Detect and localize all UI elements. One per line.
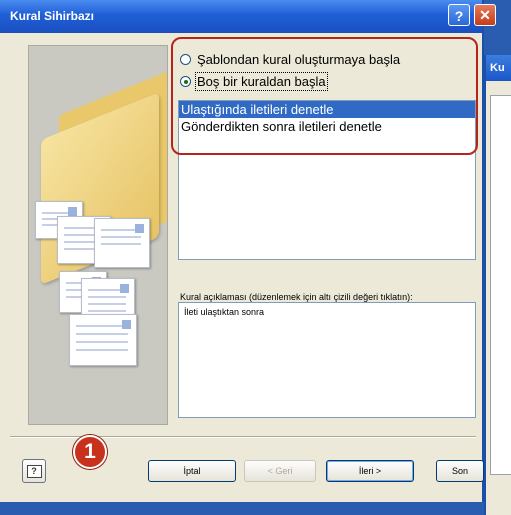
wizard-illustration — [28, 45, 168, 425]
callout-number-badge: 1 — [73, 435, 107, 469]
rule-description-label: Kural açıklaması (düzenlemek için altı ç… — [180, 292, 413, 302]
radio-checked-icon[interactable] — [180, 76, 191, 87]
message-card-icon — [94, 218, 150, 268]
message-card-icon — [69, 314, 137, 366]
blank-rule-radio-label: Boş bir kuraldan başla — [195, 72, 328, 91]
help-icon: ? — [26, 464, 42, 478]
radio-unchecked-icon[interactable] — [180, 54, 191, 65]
list-item[interactable]: Ulaştığında iletileri denetle — [179, 101, 475, 118]
help-button[interactable]: ? — [22, 459, 46, 483]
close-button[interactable]: ✕ — [474, 4, 496, 26]
dialog-title: Kural Sihirbazı — [10, 9, 95, 23]
cancel-button[interactable]: İptal — [148, 460, 236, 482]
title-bar: Kural Sihirbazı ? ✕ — [0, 0, 496, 33]
rule-type-list[interactable]: Ulaştığında iletileri denetle Gönderdikt… — [178, 100, 476, 260]
rule-description-text: İleti ulaştıktan sonra — [184, 307, 265, 317]
back-button[interactable]: < Geri — [244, 460, 316, 482]
background-window: Ku — [484, 55, 511, 515]
help-title-button[interactable]: ? — [448, 4, 470, 26]
rules-wizard-dialog: Kural Sihirbazı ? ✕ Şablondan kural oluş… — [0, 0, 496, 502]
next-button[interactable]: İleri > — [326, 460, 414, 482]
background-window-title: Ku — [486, 55, 511, 81]
template-radio-option[interactable]: Şablondan kural oluşturmaya başla — [180, 52, 400, 67]
list-item[interactable]: Gönderdikten sonra iletileri denetle — [179, 118, 475, 135]
finish-button[interactable]: Son — [436, 460, 484, 482]
blank-rule-radio-option[interactable]: Boş bir kuraldan başla — [180, 72, 328, 91]
background-window-body — [490, 95, 511, 475]
rule-description-box: İleti ulaştıktan sonra — [178, 302, 476, 418]
template-radio-label: Şablondan kural oluşturmaya başla — [197, 52, 401, 67]
